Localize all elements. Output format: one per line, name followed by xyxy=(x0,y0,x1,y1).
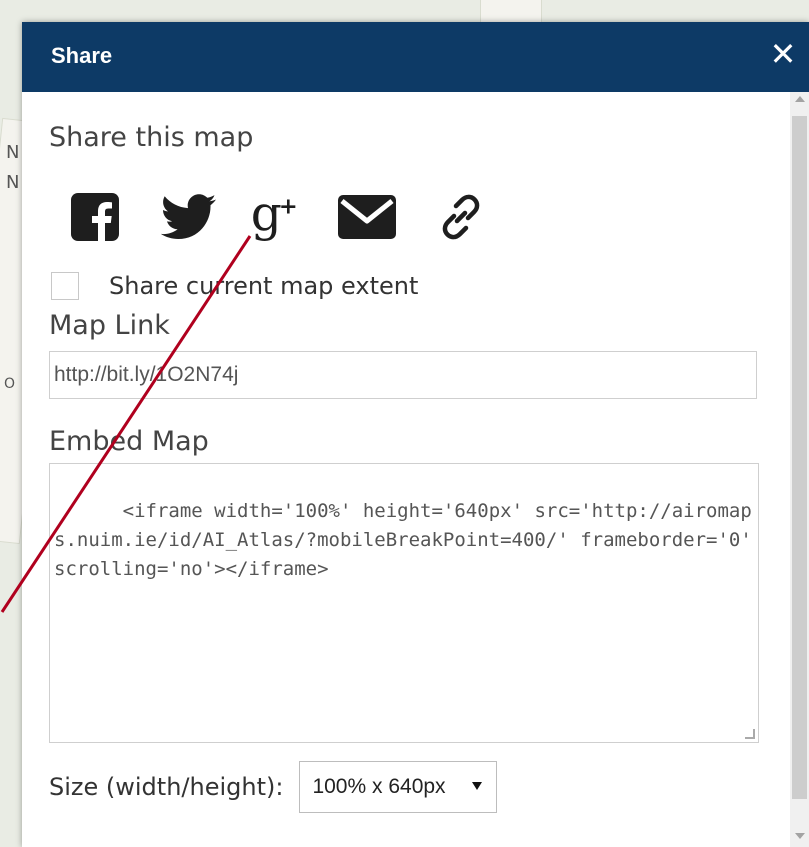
twitter-icon[interactable] xyxy=(159,189,219,245)
size-label: Size (width/height): xyxy=(49,773,284,801)
facebook-icon[interactable] xyxy=(65,189,125,245)
embed-code-text: <iframe width='100%' height='640px' src=… xyxy=(54,500,764,580)
email-icon[interactable] xyxy=(337,189,397,245)
scroll-down-arrow-icon[interactable] xyxy=(795,833,805,839)
link-icon[interactable] xyxy=(431,189,491,245)
resize-grip[interactable] xyxy=(745,729,755,739)
scrollbar[interactable] xyxy=(790,92,809,847)
share-icons-row: g + xyxy=(65,189,491,245)
svg-text:+: + xyxy=(279,193,298,219)
chevron-down-icon xyxy=(472,782,483,790)
share-extent-checkbox[interactable] xyxy=(51,272,79,300)
size-select-value: 100% x 640px xyxy=(312,775,446,798)
share-extent-label: Share current map extent xyxy=(109,272,419,300)
map-link-input[interactable]: http://bit.ly/1O2N74j xyxy=(49,351,757,399)
map-link-heading: Map Link xyxy=(49,310,170,341)
share-heading: Share this map xyxy=(49,122,254,153)
scrollbar-thumb[interactable] xyxy=(792,116,807,799)
share-extent-row: Share current map extent xyxy=(51,268,418,304)
embed-code-textarea[interactable]: <iframe width='100%' height='640px' src=… xyxy=(49,463,759,743)
close-button[interactable]: ✕ xyxy=(765,36,801,72)
svg-text:g: g xyxy=(251,189,282,242)
google-plus-icon[interactable]: g + xyxy=(247,189,307,245)
dialog-body: Share this map g + Share current map ext… xyxy=(22,92,790,847)
size-row: Size (width/height): 100% x 640px xyxy=(49,757,498,817)
embed-map-heading: Embed Map xyxy=(49,426,209,457)
size-select[interactable]: 100% x 640px xyxy=(299,761,498,813)
scroll-up-arrow-icon[interactable] xyxy=(795,96,805,102)
share-dialog: Share ✕ Share this map g + Share current… xyxy=(22,22,809,847)
dialog-title: Share xyxy=(51,43,113,68)
dialog-header: Share ✕ xyxy=(22,22,809,92)
